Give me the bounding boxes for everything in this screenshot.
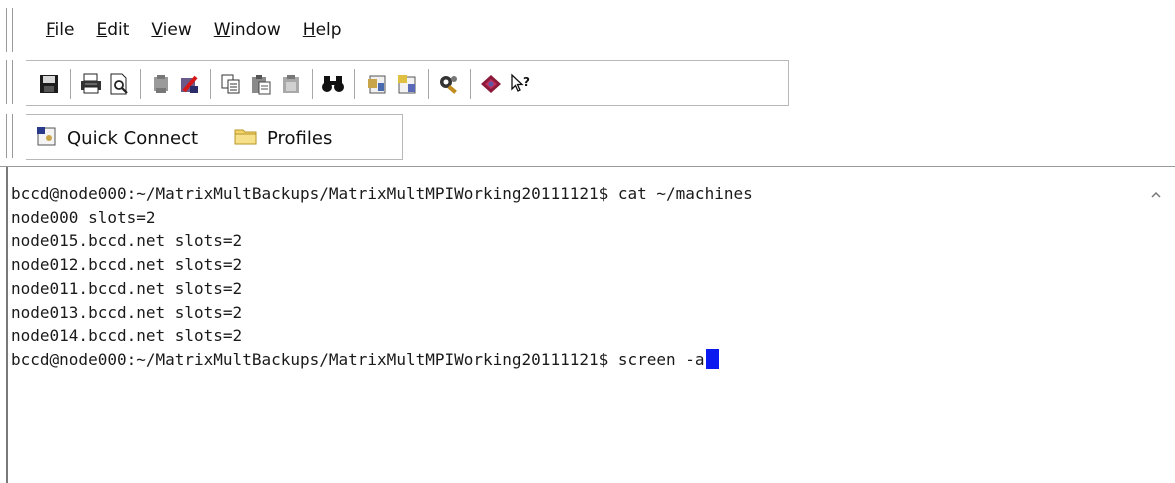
save-icon[interactable] — [36, 71, 62, 97]
key-manager-icon[interactable] — [436, 71, 462, 97]
terminal-line: node015.bccd.net slots=2 — [11, 231, 243, 251]
scroll-up-arrow-icon[interactable] — [1150, 185, 1162, 198]
quick-connect-button[interactable]: Quick Connect — [36, 124, 198, 152]
terminal-line: node014.bccd.net slots=2 — [11, 326, 243, 346]
terminal-cursor — [705, 348, 719, 369]
toolbar-separator — [470, 69, 471, 99]
delete-profile-icon[interactable] — [176, 71, 202, 97]
toolbar-buttons: ? — [26, 60, 789, 106]
menu-file[interactable]: File — [46, 20, 74, 40]
whats-this-icon[interactable]: ? — [508, 71, 534, 97]
menu-window[interactable]: Window — [214, 20, 281, 40]
terminal-left-border — [6, 167, 8, 483]
print-preview-icon[interactable] — [106, 71, 132, 97]
terminal-prompt-text: bccd@node000:~/MatrixMultBackups/MatrixM… — [11, 349, 705, 369]
find-icon[interactable] — [320, 71, 346, 97]
settings-icon[interactable] — [364, 71, 390, 97]
toolbar-separator — [210, 69, 211, 99]
terminal-line: node000 slots=2 — [11, 207, 156, 227]
terminal-prompt-line: bccd@node000:~/MatrixMultBackups/MatrixM… — [11, 348, 753, 372]
toolbar: ? — [0, 56, 790, 108]
terminal-line: node013.bccd.net slots=2 — [11, 302, 243, 322]
connection-bar-grip[interactable] — [6, 114, 13, 158]
terminal-output: bccd@node000:~/MatrixMultBackups/MatrixM… — [11, 182, 753, 372]
help-book-icon[interactable] — [478, 71, 504, 97]
terminal-line: node012.bccd.net slots=2 — [11, 255, 243, 275]
quick-connect-icon — [36, 125, 58, 152]
toolbar-grip[interactable] — [6, 60, 13, 104]
menu-items: File Edit View Window Help — [46, 20, 364, 40]
quick-connect-label: Quick Connect — [67, 127, 199, 149]
paste-disabled-icon[interactable] — [278, 71, 304, 97]
toolbar-separator — [70, 69, 71, 99]
menu-help[interactable]: Help — [303, 20, 342, 40]
svg-text:?: ? — [523, 75, 530, 89]
folder-icon — [234, 126, 258, 151]
toolbar-separator — [312, 69, 313, 99]
menu-view[interactable]: View — [151, 20, 191, 40]
menu-bar-grip[interactable] — [6, 8, 13, 52]
print-icon[interactable] — [78, 71, 104, 97]
disconnect-icon[interactable] — [148, 71, 174, 97]
terminal-area[interactable]: bccd@node000:~/MatrixMultBackups/MatrixM… — [0, 166, 1175, 483]
toolbar-separator — [354, 69, 355, 99]
connection-bar: Quick Connect Profiles — [0, 110, 410, 162]
terminal-line: node011.bccd.net slots=2 — [11, 278, 243, 298]
menu-edit[interactable]: Edit — [96, 20, 129, 40]
profiles-label: Profiles — [267, 127, 333, 149]
profile-settings-icon[interactable] — [394, 71, 420, 97]
terminal-line: bccd@node000:~/MatrixMultBackups/MatrixM… — [11, 184, 753, 203]
profiles-button[interactable]: Profiles — [234, 124, 332, 152]
toolbar-separator — [428, 69, 429, 99]
paste-icon[interactable] — [248, 71, 274, 97]
toolbar-separator — [140, 69, 141, 99]
menu-bar: File Edit View Window Help — [0, 0, 1175, 54]
copy-icon[interactable] — [218, 71, 244, 97]
connection-bar-buttons: Quick Connect Profiles — [26, 114, 403, 160]
